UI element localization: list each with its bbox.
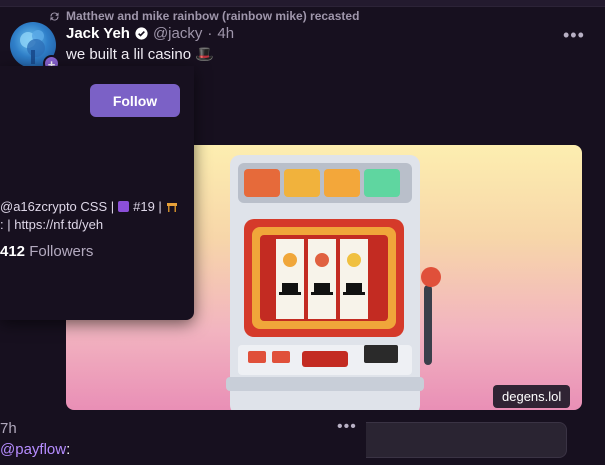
profile-bio-line2: : | https://nf.td/yeh [0, 217, 104, 232]
construction-icon [166, 202, 177, 212]
more-icon[interactable]: ••• [337, 418, 357, 436]
author-handle[interactable]: @jacky [153, 25, 202, 42]
bio-text-a: @a16zcrypto CSS | [0, 199, 115, 214]
post-header: Jack Yeh @jacky · 4h [66, 25, 234, 42]
embed-box[interactable] [366, 422, 567, 458]
recast-icon [50, 11, 59, 21]
purple-square-icon [118, 201, 130, 212]
recast-label[interactable]: Matthew and mike rainbow (rainbow mike) … [48, 9, 359, 23]
followers-count: 412 [0, 243, 26, 260]
more-icon[interactable]: ••• [563, 25, 585, 46]
followers-label: Followers [29, 243, 94, 260]
verified-badge-icon [135, 27, 148, 40]
bio-text-b: #19 | [133, 199, 162, 214]
dot-separator: · [207, 25, 213, 42]
next-post-time[interactable]: 7h [0, 420, 17, 437]
post-text: we built a lil casino 🎩 [66, 46, 214, 63]
image-caption[interactable]: degens.lol [493, 385, 571, 408]
next-post-text: @payflow: [0, 441, 70, 458]
top-divider [0, 0, 605, 7]
post-time[interactable]: 4h [217, 25, 234, 42]
mention-colon: : [66, 441, 71, 458]
followers-stat[interactable]: 412 Followers [0, 243, 93, 260]
mention-link[interactable]: @payflow [0, 441, 66, 458]
recast-text: Matthew and mike rainbow (rainbow mike) … [66, 9, 360, 23]
author-name[interactable]: Jack Yeh [66, 25, 130, 42]
follow-button[interactable]: Follow [90, 84, 180, 117]
profile-bio-line1: @a16zcrypto CSS | #19 | [0, 199, 178, 214]
